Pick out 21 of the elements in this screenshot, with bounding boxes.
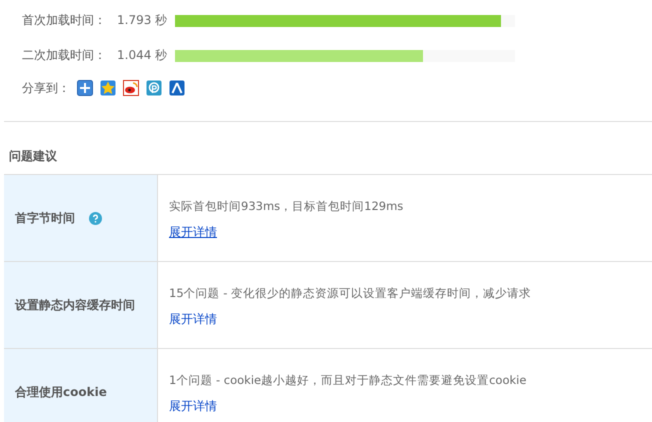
issue-summary: 15个问题 - 变化很少的静态资源可以设置客户端缓存时间，减少请求: [169, 286, 532, 301]
issue-name: 合理使用cookie: [15, 384, 107, 400]
weibo-icon[interactable]: [123, 80, 139, 96]
metric-value: 1.793 秒: [117, 12, 168, 29]
issue-summary: 1个问题 - cookie越小越好，而且对于静态文件需要避免设置cookie: [169, 373, 526, 388]
metric-label: 二次加载时间：: [22, 47, 107, 64]
issue-summary: 实际首包时间933ms，目标首包时间129ms: [169, 199, 404, 214]
expand-details-link[interactable]: 展开详情: [169, 398, 217, 415]
star-icon[interactable]: [100, 80, 116, 96]
issue-name: 首字节时间: [15, 210, 75, 226]
person-logo-icon[interactable]: [169, 80, 185, 96]
p-logo-icon[interactable]: [146, 80, 162, 96]
share-label: 分享到：: [22, 80, 70, 96]
section-title: 问题建议: [8, 148, 58, 165]
metric-value: 1.044 秒: [117, 47, 168, 64]
plus-icon[interactable]: [77, 80, 93, 96]
help-icon[interactable]: [89, 212, 102, 224]
issue-name: 设置静态内容缓存时间: [15, 296, 135, 314]
expand-details-link[interactable]: 展开详情: [169, 224, 217, 241]
expand-details-link[interactable]: 展开详情: [169, 311, 217, 328]
metric-label: 首次加载时间：: [22, 12, 107, 29]
